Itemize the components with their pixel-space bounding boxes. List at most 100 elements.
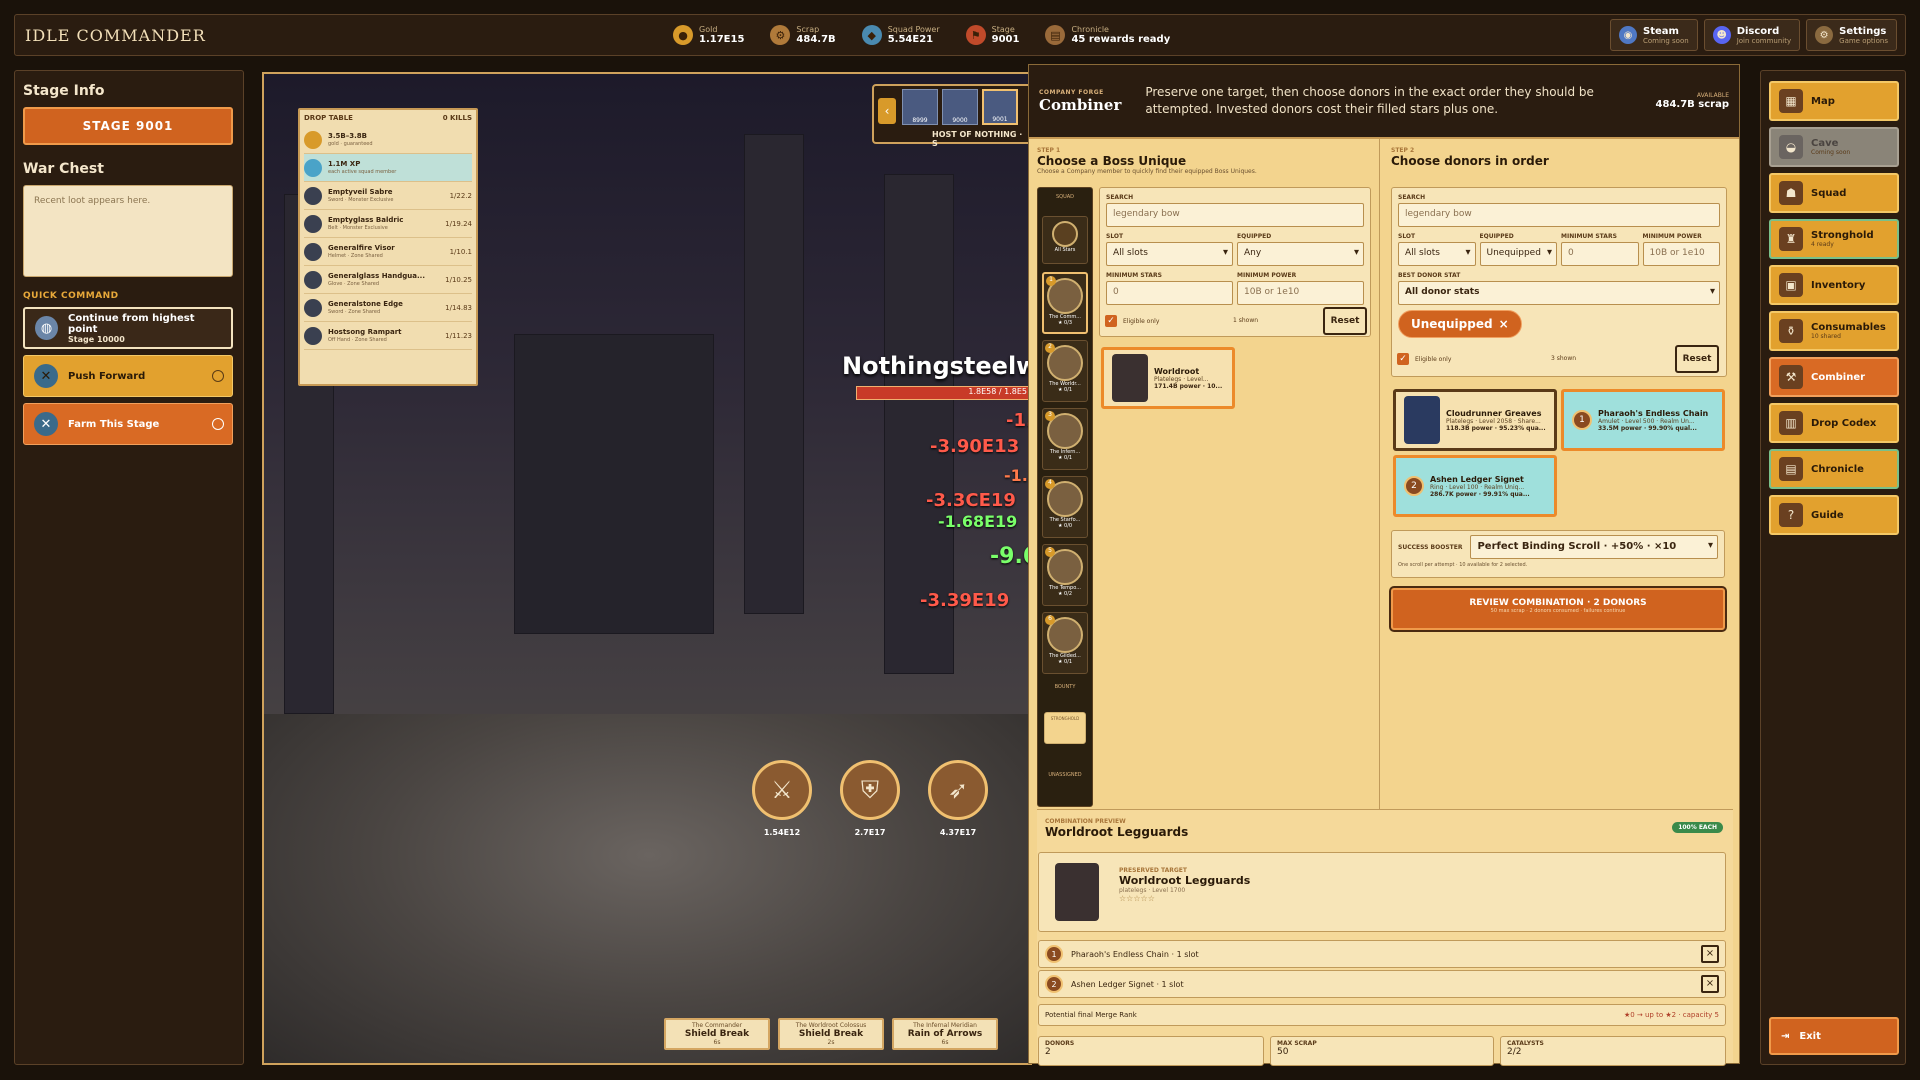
donor-equipped-select[interactable]: Unequipped (1479, 242, 1557, 266)
castle-icon: ♜ (1779, 227, 1803, 251)
stage-button[interactable]: STAGE 9001 (23, 107, 233, 145)
skill-cooldown: 2s (827, 1039, 835, 1046)
skill-owner: The Worldroot Colossus (795, 1022, 867, 1029)
skill-name: Rain of Arrows (907, 1029, 983, 1039)
donor-min-power-input[interactable]: 10B or 1e10 (1642, 242, 1720, 266)
donor-card-selected[interactable]: 1 Pharaoh's Endless Chain Amulet · Level … (1561, 389, 1725, 451)
nav-consumables[interactable]: ⚱ Consumables 10 shared (1769, 311, 1899, 351)
nav-chronicle[interactable]: ▤ Chronicle (1769, 449, 1899, 489)
min-stars-input[interactable]: 0 (1106, 281, 1233, 305)
resource-value: 1.17E15 (699, 33, 745, 45)
greaves-icon (1404, 396, 1440, 444)
stage-thumb-current[interactable]: 9001 (982, 89, 1018, 125)
resource-chronicle[interactable]: ▤ Chronicle 45 rewards ready (1045, 25, 1170, 46)
gold-coin-icon (304, 130, 322, 149)
push-forward-button[interactable]: ✕ Push Forward (23, 355, 233, 397)
unassigned-filter[interactable]: UNASSIGNED (1038, 772, 1092, 778)
hero-portrait[interactable]: ➶ (928, 760, 988, 820)
squad-member-1[interactable]: 1 The Comm... ★ 0/3 (1042, 272, 1088, 334)
squad-member-3[interactable]: 3 The Infern... ★ 0/1 (1042, 408, 1088, 470)
drop-sub: Belt · Monster Exclusive (328, 224, 388, 231)
stage-thumb[interactable]: 8999 (902, 89, 938, 125)
bounty-filter[interactable]: BOUNTY (1038, 684, 1092, 690)
hero-portrait[interactable]: ⛨ (840, 760, 900, 820)
skill-button[interactable]: The Commander Shield Break 6s (664, 1018, 770, 1050)
squad-all-stars[interactable]: All Stars (1042, 216, 1088, 264)
stat-value: 50 (1277, 1047, 1289, 1057)
target-search-input[interactable]: legendary bow (1106, 203, 1364, 227)
drop-row[interactable]: Generalfire Visor Helmet · Zone Shared 1/1… (304, 238, 472, 266)
farm-stage-button[interactable]: ✕ Farm This Stage (23, 403, 233, 445)
donor-order-badge: 2 (1404, 476, 1424, 496)
codex-icon: ▥ (1779, 411, 1803, 435)
push-radio[interactable] (212, 370, 224, 382)
continue-button[interactable]: ◍ Continue from highest point Stage 10000 (23, 307, 233, 349)
drop-row[interactable]: Generalstone Edge Sword · Zone Shared 1/14… (304, 294, 472, 322)
stage-thumb[interactable]: 9000 (942, 89, 978, 125)
helmet-icon (304, 242, 322, 261)
drop-row[interactable]: Hostsong Rampart Off Hand · Zone Shared 1/… (304, 322, 472, 350)
donor-search-input[interactable]: legendary bow (1398, 203, 1720, 227)
squad-member-4[interactable]: 4 The Starfo... ★ 0/0 (1042, 476, 1088, 538)
squad-member-6[interactable]: 6 The Gilded... ★ 0/1 (1042, 612, 1088, 674)
steam-button[interactable]: ◉ Steam Coming soon (1610, 19, 1698, 51)
rank-label: Potential final Merge Rank (1045, 1011, 1137, 1019)
nav-squad[interactable]: ☗ Squad (1769, 173, 1899, 213)
nav-title: Guide (1811, 509, 1844, 521)
donor-eligible-checkbox[interactable]: ✓ Eligible only (1397, 353, 1451, 365)
min-power-input[interactable]: 10B or 1e10 (1237, 281, 1364, 305)
step-sub: Choose a Company member to quickly find … (1037, 168, 1257, 175)
resource-value: 484.7B (796, 33, 836, 45)
skill-button[interactable]: The Infernal Meridian Rain of Arrows 6s (892, 1018, 998, 1050)
chevron-left-icon[interactable]: ‹ (878, 98, 896, 124)
drop-odds: 1/22.2 (449, 191, 472, 200)
flag-icon: ⚑ (965, 25, 986, 45)
squad-member-5[interactable]: 5 The Tempo... ★ 0/2 (1042, 544, 1088, 606)
remove-donor-button[interactable]: × (1701, 945, 1719, 963)
squad-member-2[interactable]: 2 The Worldr... ★ 0/1 (1042, 340, 1088, 402)
nav-map[interactable]: ▦ Map (1769, 81, 1899, 121)
nav-drop-codex[interactable]: ▥ Drop Codex (1769, 403, 1899, 443)
stat-value: 2/2 (1507, 1047, 1522, 1057)
step1-reset-button[interactable]: Reset (1323, 307, 1367, 335)
glove-icon (304, 270, 322, 289)
stronghold-filter[interactable]: STRONGHOLD (1044, 712, 1086, 744)
donor-card[interactable]: Cloudrunner Greaves Platelegs · Level 205… (1393, 389, 1557, 451)
step2-reset-button[interactable]: Reset (1675, 345, 1719, 373)
nav-guide[interactable]: ? Guide (1769, 495, 1899, 535)
drop-row[interactable]: Generalglass Handgua... Glove · Zone Shar… (304, 266, 472, 294)
booster-select[interactable]: Perfect Binding Scroll · +50% · ×10 (1470, 535, 1718, 559)
guide-icon: ? (1779, 503, 1803, 527)
drop-row[interactable]: Emptyveil Sabre Sword · Monster Exclusive… (304, 182, 472, 210)
resource-label: Gold (699, 24, 718, 34)
hero-portrait[interactable]: ⚔ (752, 760, 812, 820)
settings-button[interactable]: ⚙ Settings Game options (1806, 19, 1897, 51)
discord-button[interactable]: ☻ Discord Join community (1703, 19, 1801, 51)
review-label: REVIEW COMBINATION · 2 DONORS (1469, 598, 1647, 608)
review-combination-button[interactable]: REVIEW COMBINATION · 2 DONORS 50 max scr… (1391, 588, 1725, 630)
nav-combiner[interactable]: ⚒ Combiner (1769, 357, 1899, 397)
donor-card-selected[interactable]: 2 Ashen Ledger Signet Ring · Level 100 · … (1393, 455, 1557, 517)
target-item-card[interactable]: Worldroot Platelegs · Level... 171.4B powe… (1101, 347, 1235, 409)
donor-min-stars-input[interactable]: 0 (1561, 242, 1639, 266)
shown-count: 1 shown (1233, 317, 1259, 324)
close-icon[interactable]: × (1499, 317, 1509, 331)
exit-button[interactable]: ⇥ Exit (1769, 1017, 1899, 1055)
farm-radio[interactable] (212, 418, 224, 430)
equipped-select[interactable]: Any (1237, 242, 1364, 266)
unequipped-filter-chip[interactable]: Unequipped × (1398, 310, 1522, 338)
member-number: 5 (1045, 547, 1055, 557)
best-stat-select[interactable]: All donor stats (1398, 281, 1720, 305)
drop-row: 3.5B–3.8B gold · guaranteed (304, 126, 472, 154)
drop-row[interactable]: Emptyglass Baldric Belt · Monster Exclusi… (304, 210, 472, 238)
eligible-only-checkbox[interactable]: ✓ Eligible only (1105, 315, 1159, 327)
slot-select[interactable]: All slots (1106, 242, 1233, 266)
donor-slot-select[interactable]: All slots (1398, 242, 1476, 266)
nav-stronghold[interactable]: ♜ Stronghold 4 ready (1769, 219, 1899, 259)
top-bar: IDLE COMMANDER ● Gold 1.17E15 ⚙ Scrap 484.… (14, 14, 1906, 56)
item-sub: Amulet · Level 500 · Realm Un... (1598, 417, 1695, 425)
remove-donor-button[interactable]: × (1701, 975, 1719, 993)
nav-cave[interactable]: ◒ Cave Coming soon (1769, 127, 1899, 167)
skill-button[interactable]: The Worldroot Colossus Shield Break 2s (778, 1018, 884, 1050)
nav-inventory[interactable]: ▣ Inventory (1769, 265, 1899, 305)
